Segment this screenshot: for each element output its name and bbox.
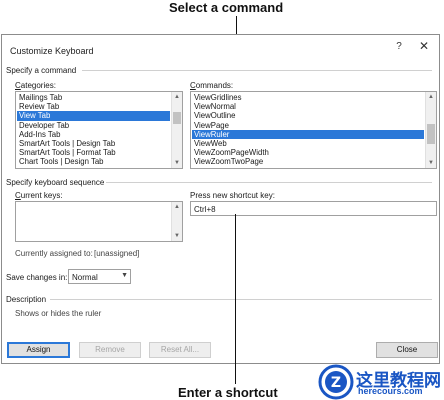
- list-item[interactable]: Add-Ins Tab: [17, 130, 170, 139]
- list-item[interactable]: View Tab: [17, 111, 170, 121]
- list-item[interactable]: Chart Tools | Design Tab: [17, 157, 170, 166]
- assigned-label: Currently assigned to:: [15, 249, 93, 258]
- scroll-down-icon[interactable]: ▼: [172, 231, 182, 241]
- current-keys-scrollbar[interactable]: ▲ ▼: [171, 202, 182, 241]
- save-changes-select[interactable]: Normal ▼: [68, 269, 131, 284]
- categories-list: Mailings Tab Review Tab View Tab Developer …: [17, 93, 170, 167]
- watermark-logo-letter: Z: [331, 375, 341, 391]
- separator: [106, 182, 432, 183]
- new-shortcut-label: Press new shortcut key:: [190, 191, 275, 200]
- assign-button[interactable]: Assign: [7, 342, 70, 358]
- keyboard-sequence-heading: Specify keyboard sequence: [6, 178, 105, 187]
- list-item[interactable]: Review Tab: [17, 102, 170, 111]
- save-changes-value: Normal: [72, 273, 98, 282]
- scroll-up-icon[interactable]: ▲: [172, 202, 182, 212]
- scroll-up-icon[interactable]: ▲: [172, 92, 182, 102]
- watermark: Z 这里教程网 herecours.com: [318, 364, 444, 400]
- scroll-thumb[interactable]: [173, 112, 181, 124]
- remove-button[interactable]: Remove: [79, 342, 141, 358]
- reset-all-button[interactable]: Reset All...: [149, 342, 211, 358]
- list-item[interactable]: ViewZoomTwoPage: [192, 157, 424, 166]
- commands-scrollbar[interactable]: ▲ ▼: [425, 92, 436, 168]
- scroll-thumb[interactable]: [427, 124, 435, 144]
- callout-select-command: Select a command: [169, 0, 284, 15]
- list-item[interactable]: Developer Tab: [17, 121, 170, 130]
- save-changes-label: Save changes in:: [6, 273, 68, 282]
- list-item[interactable]: ViewGridlines: [192, 93, 424, 102]
- list-item[interactable]: ViewPage: [192, 121, 424, 130]
- specify-command-heading: Specify a command: [6, 66, 77, 75]
- scroll-down-icon[interactable]: ▼: [172, 158, 182, 168]
- categories-label: Categories:: [15, 81, 56, 90]
- separator: [50, 299, 432, 300]
- close-button[interactable]: Close: [376, 342, 438, 358]
- commands-list: ViewGridlines ViewNormal ViewOutline ViewPa…: [192, 93, 424, 167]
- assigned-value: [unassigned]: [94, 249, 140, 258]
- list-item[interactable]: SmartArt Tools | Design Tab: [17, 139, 170, 148]
- close-icon[interactable]: ✕: [418, 39, 430, 53]
- scroll-down-icon[interactable]: ▼: [426, 158, 436, 168]
- description-heading: Description: [6, 295, 47, 304]
- current-keys-listbox[interactable]: ▲ ▼: [15, 201, 183, 242]
- new-shortcut-input[interactable]: Ctrl+8: [190, 201, 437, 216]
- chevron-down-icon: ▼: [121, 272, 128, 279]
- scroll-up-icon[interactable]: ▲: [426, 92, 436, 102]
- help-button[interactable]: ?: [393, 41, 405, 52]
- callout-enter-shortcut: Enter a shortcut: [178, 385, 278, 400]
- customize-keyboard-dialog: Customize Keyboard ? ✕ Specify a command…: [1, 34, 440, 364]
- separator: [82, 70, 432, 71]
- watermark-logo-icon: Z: [318, 364, 354, 400]
- list-item[interactable]: Mailings Tab: [17, 93, 170, 102]
- list-item[interactable]: SmartArt Tools | Format Tab: [17, 148, 170, 157]
- categories-scrollbar[interactable]: ▲ ▼: [171, 92, 182, 168]
- callout-leader-bottom: [235, 214, 236, 384]
- list-item[interactable]: ViewRuler: [192, 129, 424, 139]
- commands-label: Commands:: [190, 81, 234, 90]
- watermark-en: herecours.com: [358, 386, 423, 396]
- list-item[interactable]: ViewNormal: [192, 102, 424, 111]
- dialog-title: Customize Keyboard: [10, 46, 94, 56]
- list-item[interactable]: ViewOutline: [192, 111, 424, 120]
- commands-listbox[interactable]: ViewGridlines ViewNormal ViewOutline ViewPa…: [190, 91, 437, 169]
- list-item[interactable]: ViewZoomPageWidth: [192, 148, 424, 157]
- current-keys-label: Current keys:: [15, 191, 63, 200]
- description-text: Shows or hides the ruler: [15, 309, 102, 318]
- list-item[interactable]: ViewWeb: [192, 139, 424, 148]
- categories-listbox[interactable]: Mailings Tab Review Tab View Tab Developer …: [15, 91, 183, 169]
